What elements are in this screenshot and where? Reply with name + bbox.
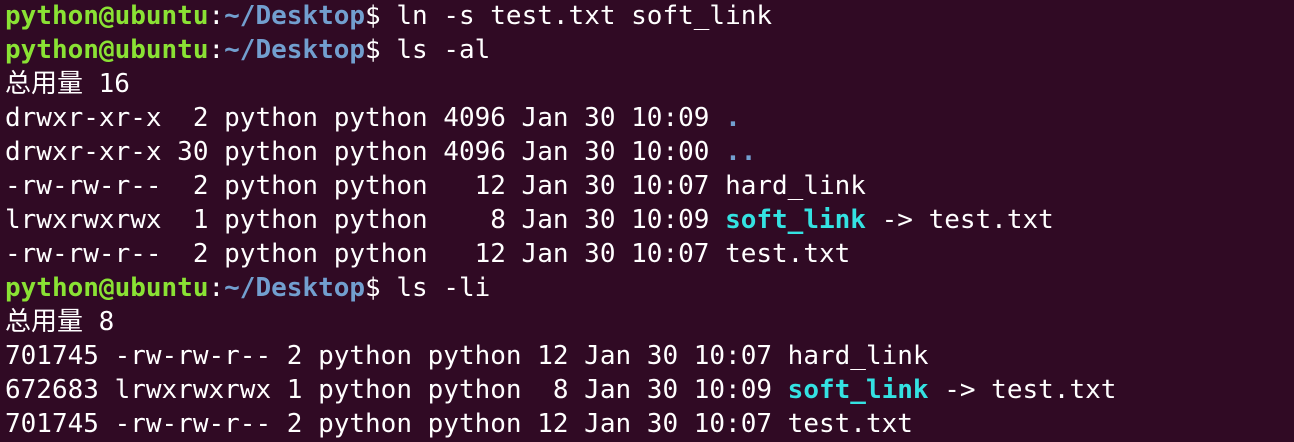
listing-row: 701745 -rw-rw-r-- 2 python python 12 Jan… (5, 339, 1294, 373)
listing-details: drwxr-xr-x 30 python python 4096 Jan 30 … (5, 137, 726, 167)
command-text: ls -al (380, 35, 491, 65)
file-name: hard_link (787, 341, 929, 371)
listing-details: lrwxrwxrwx 1 python python 8 Jan 30 10:0… (5, 205, 726, 235)
listing-details: drwxr-xr-x 2 python python 4096 Jan 30 1… (5, 103, 726, 133)
listing-row: drwxr-xr-x 2 python python 4096 Jan 30 1… (5, 101, 1294, 135)
prompt-user-host: python@ubuntu (5, 1, 209, 31)
listing-details: -rw-rw-r-- 2 python python 12 Jan 30 10:… (5, 171, 726, 201)
listing-row: -rw-rw-r-- 2 python python 12 Jan 30 10:… (5, 169, 1294, 203)
prompt-user-host: python@ubuntu (5, 35, 209, 65)
prompt-path: ~/Desktop (224, 273, 366, 303)
terminal-prompt-line: python@ubuntu:~/Desktop$ ls -li (5, 271, 1294, 305)
prompt-sign: $ (365, 1, 381, 31)
listing-row: 701745 -rw-rw-r-- 2 python python 12 Jan… (5, 407, 1294, 441)
file-name: hard_link (725, 171, 866, 201)
symlink-name: soft_link (725, 205, 866, 235)
terminal-window[interactable]: python@ubuntu:~/Desktop$ ln -s test.txt … (0, 0, 1294, 442)
listing-row: lrwxrwxrwx 1 python python 8 Jan 30 10:0… (5, 203, 1294, 237)
total-size-line: 总用量 16 (5, 69, 130, 99)
terminal-prompt-line: python@ubuntu:~/Desktop$ ln -s test.txt … (5, 0, 1294, 33)
total-size-line: 总用量 8 (5, 307, 115, 337)
prompt-colon: : (208, 273, 225, 303)
command-text: ls -li (380, 273, 491, 303)
file-name: test.txt (725, 239, 851, 269)
prompt-sign: $ (365, 35, 381, 65)
listing-details: 701745 -rw-rw-r-- 2 python python 12 Jan… (5, 341, 788, 371)
command-text: ln -s test.txt soft_link (380, 1, 773, 31)
listing-details: -rw-rw-r-- 2 python python 12 Jan 30 10:… (5, 239, 726, 269)
directory-name: .. (725, 137, 757, 167)
symlink-name: soft_link (787, 375, 929, 405)
prompt-path: ~/Desktop (224, 35, 366, 65)
directory-name: . (725, 103, 741, 133)
symlink-target: -> test.txt (928, 375, 1117, 405)
terminal-prompt-line: python@ubuntu:~/Desktop$ ls -al (5, 33, 1294, 67)
listing-row: -rw-rw-r-- 2 python python 12 Jan 30 10:… (5, 237, 1294, 271)
symlink-target: -> test.txt (865, 205, 1054, 235)
file-name: test.txt (787, 409, 913, 439)
listing-row: drwxr-xr-x 30 python python 4096 Jan 30 … (5, 135, 1294, 169)
prompt-colon: : (208, 35, 225, 65)
prompt-user-host: python@ubuntu (5, 273, 209, 303)
listing-row: 672683 lrwxrwxrwx 1 python python 8 Jan … (5, 373, 1294, 407)
prompt-sign: $ (365, 273, 381, 303)
prompt-path: ~/Desktop (224, 1, 366, 31)
prompt-colon: : (208, 1, 225, 31)
listing-details: 701745 -rw-rw-r-- 2 python python 12 Jan… (5, 409, 788, 439)
listing-details: 672683 lrwxrwxrwx 1 python python 8 Jan … (5, 375, 788, 405)
